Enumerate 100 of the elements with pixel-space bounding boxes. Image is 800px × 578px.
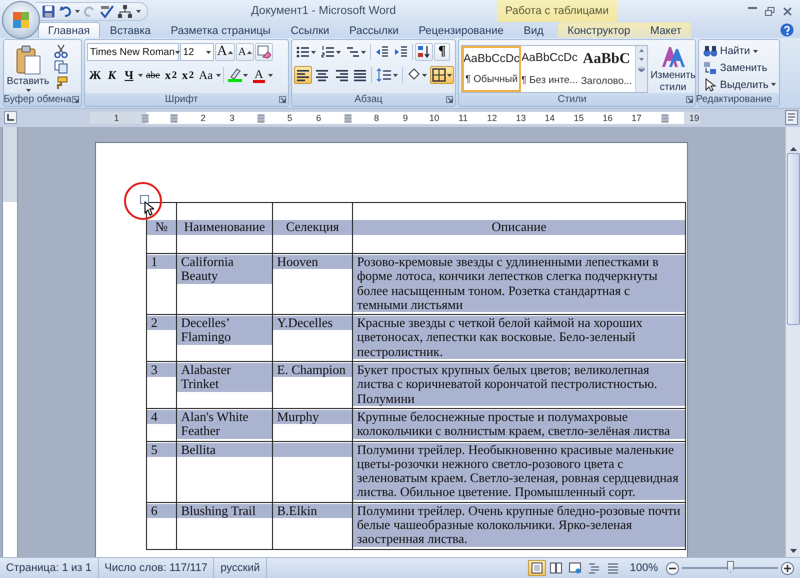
outline-view-icon [588,562,600,574]
table-cell: Alabaster Trinket [177,363,272,392]
table-cell: 2 [147,316,176,330]
format-button[interactable]: abe [144,66,162,84]
ruler-number: 2 [200,113,206,123]
marker-icon [228,68,242,82]
ruler-number: 11 [458,113,468,123]
scroll-up-icon [639,49,644,52]
context-group-title: Работа с таблицами [497,0,617,22]
grid-icon [432,68,446,82]
ruler-number: 19 [689,113,700,123]
editing-button[interactable]: Выделить [701,76,778,94]
tab-selector-button[interactable] [4,111,17,124]
draft-view-icon [606,562,619,574]
group-label: Абзац [354,94,383,105]
zoom-in-icon[interactable] [781,562,794,574]
caret-icon [361,50,366,54]
table-cell: 5 [147,442,176,457]
save-icon [42,4,55,18]
style-name: Заголово... [581,76,632,87]
zoom-out-icon[interactable] [666,562,679,574]
pages-icon [54,60,68,74]
format-button[interactable]: Ч [121,66,137,84]
zoom-thumb[interactable] [727,561,734,573]
sort-button[interactable] [415,43,433,61]
web-view-icon [568,562,581,574]
language-indicator[interactable]: русский [214,558,267,578]
ribbon-tab[interactable]: Вставка [100,22,161,38]
highlight-button[interactable] [226,66,250,84]
borders-button[interactable] [430,66,454,84]
align-center-icon [315,68,329,82]
caret-icon [216,74,221,76]
table-cell: B.Elkin [273,504,352,518]
move-cursor-icon [144,201,154,216]
clear-formatting-button[interactable] [255,43,274,61]
caret-icon [422,74,427,76]
caret-icon [138,74,143,76]
caret-icon [268,74,273,76]
zoom-percent[interactable]: 100% [630,562,658,574]
table-cell: 1 [147,255,176,270]
format-button[interactable]: Ж [87,66,103,84]
zoom-slider[interactable] [682,563,778,573]
caret-icon [336,50,341,54]
ribbon-tab[interactable]: Вид [514,22,554,38]
table-cell: California Beauty [177,255,272,284]
table-cell: 6 [147,504,176,518]
format-button[interactable]: Aa [196,66,215,84]
align-justify-icon [353,68,367,82]
caret-icon [393,74,398,76]
ribbon-tab[interactable]: Ссылки [280,22,340,38]
redo-icon [84,5,96,17]
ribbon-tab[interactable]: Рассылки [339,22,409,38]
ribbon-tab[interactable]: Макет [640,22,692,38]
bullet-list-icon [296,45,310,59]
ribbon-tab[interactable]: Конструктор [558,22,640,38]
ribbon-tab[interactable]: Главная [38,22,100,38]
format-button[interactable]: К [104,66,120,84]
cut-button[interactable] [52,43,70,59]
ruler-number: 17 [631,113,642,123]
editing-button[interactable]: Найти [701,43,778,60]
window-title: Документ1 - Microsoft Word [251,5,396,17]
change-styles-label: Изменить стили [650,70,696,94]
corner-arrow-icon [446,96,453,103]
group-label: Шрифт [165,94,198,105]
brush-icon [54,76,68,90]
show-marks-button[interactable]: ¶ [434,43,450,61]
caret-icon [752,50,758,53]
replace-icon [703,61,717,75]
column-header: № [147,220,176,235]
grow-font-button[interactable]: A [215,43,236,61]
copy-button[interactable] [52,59,70,75]
table-cell: Букет простых крупных белых цветов; великолепная листва с коричневатой корончатой пестролистностью. Полумини [353,363,685,406]
line-spacing-button[interactable] [374,66,400,84]
diagram-icon [118,4,132,18]
font-size-value: 12 [183,46,194,58]
table-cell: Розово-кремовые звезды с удлиненными лепестками в форме лотоса, кончики лепестков слегка подчеркнуты более насыщенным тоном. Розетка стандартная с темными листьями [353,255,685,312]
group-label: Редактирование [696,94,772,105]
style-item[interactable]: AaBbC Заголово... [578,46,635,92]
ruler-number: 1 [114,113,119,123]
editing-button[interactable]: Заменить [701,60,778,76]
scroll-thumb[interactable] [786,153,800,325]
font-size-field[interactable]: 12 [180,43,214,61]
align-button[interactable] [294,66,312,84]
paint-bucket-icon [407,68,421,82]
table-move-handle[interactable] [140,195,149,204]
change-styles-button[interactable]: Изменить стили [650,43,696,93]
ribbon-tab[interactable]: Рецензирование [408,22,514,38]
column-header: Селекция [273,220,352,235]
editing-label: Найти [720,45,750,58]
ruler-number: 9 [402,113,408,123]
word-count: Число слов: 117/117 [98,558,214,578]
align-right-icon [334,68,348,82]
view-button[interactable] [528,560,546,576]
ribbon-tab[interactable]: Разметка страницы [160,22,281,38]
shrink-font-button[interactable]: A [236,43,254,61]
paste-button[interactable]: Вставить [6,43,50,93]
caret-icon [206,50,211,54]
font-color-button[interactable]: A [250,66,267,84]
more-icon [638,67,645,72]
font-name-field[interactable]: Times New Roman [87,43,179,61]
